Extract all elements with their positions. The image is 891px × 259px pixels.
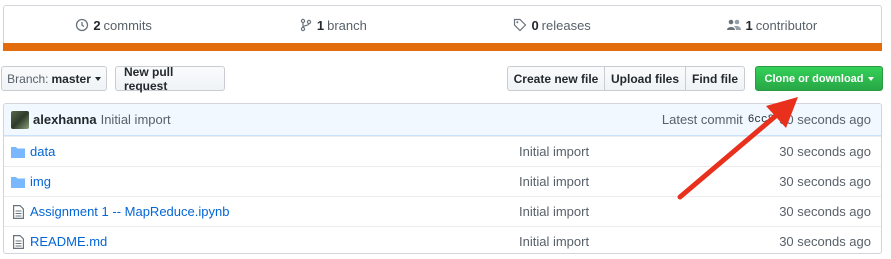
commit-age: 30 seconds ago [779, 112, 871, 127]
branch-select-button[interactable]: Branch: master [1, 66, 107, 91]
table-row: data Initial import 30 seconds ago [4, 136, 881, 166]
commit-author[interactable]: alexhanna [33, 112, 97, 127]
table-row: README.md Initial import 30 seconds ago [4, 226, 881, 253]
commit-message[interactable]: Initial import [101, 112, 171, 127]
commit-sha[interactable]: 6cc8 [748, 114, 774, 126]
people-icon [726, 19, 741, 30]
clone-or-download-label: Clone or download [764, 72, 864, 85]
find-file-button[interactable]: Find file [685, 66, 745, 91]
branches-link[interactable]: 1 branch [223, 6, 442, 44]
branches-label: branch [327, 17, 367, 33]
caret-down-icon [94, 76, 101, 81]
contributors-label: contributor [755, 17, 818, 33]
latest-commit-bar: alexhanna Initial import Latest commit 6… [4, 104, 881, 136]
file-commit-message[interactable]: Initial import [519, 234, 589, 249]
language-bar[interactable] [3, 43, 882, 51]
branches-count: 1 [316, 17, 325, 33]
releases-label: releases [541, 17, 591, 33]
releases-count: 0 [531, 17, 539, 33]
new-pull-request-button[interactable]: New pull request [115, 65, 225, 93]
file-commit-message[interactable]: Initial import [519, 144, 589, 159]
releases-link[interactable]: 0 releases [443, 6, 662, 44]
file-commit-message[interactable]: Initial import [519, 174, 589, 189]
file-name-link[interactable]: img [30, 174, 51, 189]
file-name-link[interactable]: Assignment 1 -- MapReduce.ipynb [30, 204, 229, 219]
commits-count: 2 [93, 17, 101, 33]
table-row: Assignment 1 -- MapReduce.ipynb Initial … [4, 196, 881, 226]
table-row: img Initial import 30 seconds ago [4, 166, 881, 196]
latest-commit-label: Latest commit [661, 112, 743, 127]
upload-files-button[interactable]: Upload files [604, 66, 686, 91]
folder-icon [10, 176, 26, 188]
history-icon [76, 18, 89, 32]
file-age: 30 seconds ago [779, 144, 871, 159]
folder-icon [10, 146, 26, 158]
file-name-link[interactable]: data [30, 144, 55, 159]
file-age: 30 seconds ago [779, 174, 871, 189]
commits-label: commits [103, 17, 152, 33]
file-age: 30 seconds ago [779, 204, 871, 219]
branch-prefix: Branch: [7, 71, 49, 86]
create-new-file-button[interactable]: Create new file [507, 66, 605, 91]
file-actions-group: Create new file Upload files Find file [507, 66, 745, 91]
commits-link[interactable]: 2 commits [4, 6, 223, 44]
contributors-link[interactable]: 1 contributor [662, 6, 881, 44]
file-name-link[interactable]: README.md [30, 234, 107, 249]
file-icon [10, 204, 26, 219]
latest-commit-info: Latest commit 6cc8 30 seconds ago [662, 112, 871, 127]
tag-icon [514, 18, 527, 32]
branch-icon [300, 18, 312, 32]
avatar[interactable] [11, 110, 29, 129]
file-age: 30 seconds ago [779, 234, 871, 249]
clone-or-download-button[interactable]: Clone or download [755, 66, 883, 91]
branch-name: master [51, 71, 91, 86]
file-table: alexhanna Initial import Latest commit 6… [3, 103, 882, 254]
contributors-count: 1 [745, 17, 753, 33]
file-commit-message[interactable]: Initial import [519, 204, 589, 219]
caret-down-icon [867, 76, 874, 81]
file-icon [10, 234, 26, 249]
